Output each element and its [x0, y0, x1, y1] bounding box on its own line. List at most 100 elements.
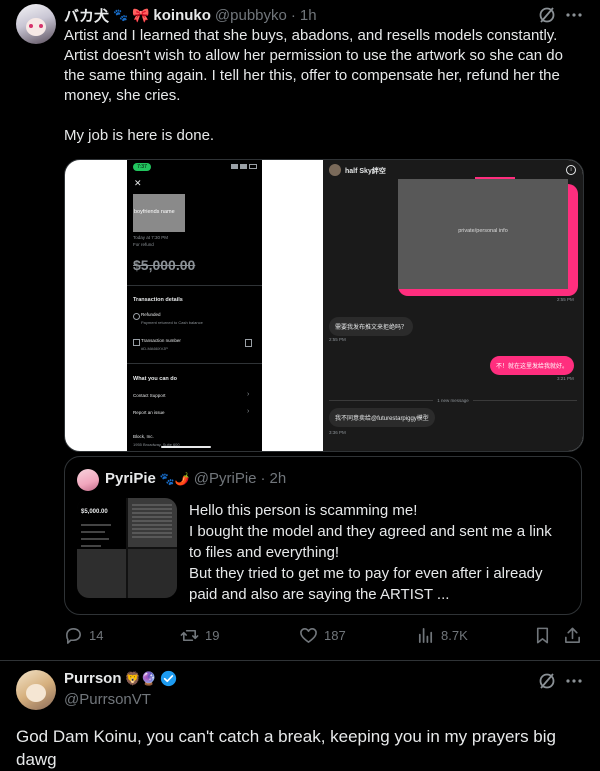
- quote-text: Hello this person is scamming me! I boug…: [189, 500, 569, 605]
- quote-thumbnail[interactable]: $5,000.00: [77, 498, 177, 598]
- private-redaction: private/personal info: [398, 179, 568, 289]
- ribbon-emoji: 🎀: [131, 6, 150, 23]
- txn-for: For refund: [133, 242, 154, 247]
- status-time: 7:37: [133, 163, 151, 171]
- views-button[interactable]: 8.7K: [416, 626, 468, 645]
- quoted-tweet[interactable]: PyriPie 🐾🌶️ @PyriPie · 2h $5,000.00 Hell…: [64, 456, 582, 615]
- txn-number-label: Transaction number: [141, 338, 181, 343]
- contact-support: Contact Support: [133, 393, 166, 398]
- thumb-amount: $5,000.00: [81, 509, 108, 515]
- thumb-line: [81, 545, 101, 547]
- thumb-line: [81, 538, 109, 540]
- heart-icon: [299, 626, 318, 645]
- battery-icon: [249, 164, 257, 169]
- signal-icon: [231, 164, 238, 169]
- repost-count: 19: [205, 628, 220, 643]
- thumb-text-block: [132, 504, 172, 540]
- tweet-text-line: money, she cries.: [64, 87, 181, 104]
- grok-icon[interactable]: [538, 6, 556, 24]
- thumb-bottom-left: [77, 549, 126, 598]
- author-avatar[interactable]: [16, 4, 56, 44]
- reply-emoji: 🦁🔮: [124, 670, 157, 686]
- divider-line: [329, 399, 434, 401]
- quote-emoji: 🐾🌶️: [159, 471, 190, 486]
- reply-tweet[interactable]: Purrson 🦁🔮 @PurrsonVT God Dam Koinu, you…: [0, 661, 600, 771]
- wifi-icon: [240, 164, 247, 169]
- reply-avatar[interactable]: [16, 670, 56, 710]
- media-image-left[interactable]: 7:37 ✕ boyfriends name Today at 7:30 PM …: [127, 160, 262, 451]
- reply-button[interactable]: 14: [64, 626, 103, 645]
- chevron-right-icon: ›: [247, 391, 250, 398]
- thumb-bottom-right: [128, 549, 177, 598]
- more-options-icon[interactable]: [565, 6, 583, 24]
- reply-count: 14: [89, 628, 104, 643]
- chat-avatar: [329, 164, 341, 176]
- msg-sent: 不！就在这里发给我就好。: [490, 356, 575, 375]
- tweet-text-line: My job is here is done.: [64, 127, 215, 144]
- copy-icon: [245, 339, 252, 347]
- tweet-text: Artist and I learned that she buys, abad…: [64, 26, 594, 146]
- home-indicator: [161, 446, 211, 448]
- share-icon[interactable]: [563, 626, 582, 645]
- thumb-top-right: [128, 498, 177, 547]
- redaction-box: boyfriends name: [133, 194, 185, 232]
- views-icon: [416, 626, 435, 645]
- display-name[interactable]: バカ犬: [64, 5, 109, 26]
- status-icons: [231, 164, 257, 169]
- msg-time: 3:21 PM: [557, 376, 574, 381]
- main-tweet[interactable]: バカ犬 🐾 🎀 koinuko @pubbyko · 1h Artist and…: [0, 0, 600, 660]
- msg-received: 需要我发布推文来拒绝吗？: [329, 317, 414, 336]
- msg-time: 2:55 PM: [557, 297, 574, 302]
- info-icon: i: [566, 165, 576, 175]
- report-issue: Report an issue: [133, 410, 165, 415]
- msg-time: 3:36 PM: [329, 430, 346, 435]
- reply-display-name[interactable]: Purrson: [64, 670, 122, 687]
- quote-handle[interactable]: @PyriPie: [194, 470, 257, 487]
- chevron-right-icon: ›: [247, 408, 250, 415]
- txn-amount: $5,000.00: [133, 257, 196, 273]
- receipt-icon: [133, 339, 140, 346]
- quote-text-line: Hello this person is scamming me!: [189, 502, 418, 519]
- avatar-face: [26, 684, 46, 702]
- redaction-label: boyfriends name: [134, 209, 175, 215]
- repost-button[interactable]: 19: [180, 626, 219, 645]
- thumb-line: [81, 524, 111, 526]
- quote-text-line: paid and also are saying the ARTIST ...: [189, 586, 450, 603]
- what-title: What you can do: [133, 376, 177, 382]
- quote-timestamp[interactable]: 2h: [270, 470, 287, 487]
- media-image-right[interactable]: half Sky絆空 i private/personal info 2:55 …: [323, 160, 583, 451]
- like-button[interactable]: 187: [299, 626, 346, 645]
- section-title: Transaction details: [133, 297, 183, 303]
- verified-badge-icon: [160, 670, 177, 687]
- paw-emoji: 🐾: [113, 8, 128, 22]
- txn-number-value: #D-MA66XVJP: [141, 346, 168, 351]
- dot-separator: ·: [260, 470, 266, 487]
- new-message-divider: 1 new message: [329, 397, 577, 403]
- display-name-suffix[interactable]: koinuko: [153, 7, 211, 24]
- refunded-icon: [133, 313, 140, 320]
- company: Block, Inc.: [133, 434, 154, 439]
- private-label: private/personal info: [458, 228, 508, 234]
- avatar-eye-left: [29, 24, 33, 28]
- quote-avatar[interactable]: [77, 469, 99, 491]
- bookmark-icon[interactable]: [533, 626, 552, 645]
- quote-text-line: to files and everything!: [189, 544, 340, 561]
- quote-display-name[interactable]: PyriPie: [105, 470, 156, 487]
- timestamp[interactable]: 1h: [300, 7, 317, 24]
- quote-text-line: I bought the model and they agreed and s…: [189, 523, 552, 540]
- msg-received: 我不同意卖给@futurestarpiggy模型: [329, 408, 435, 427]
- divider: [127, 285, 262, 286]
- close-icon: ✕: [134, 178, 142, 188]
- like-count: 187: [324, 628, 346, 643]
- refunded-sub: Payment returned to Cash balance: [141, 320, 203, 325]
- handle[interactable]: @pubbyko: [215, 7, 287, 24]
- avatar-eye-right: [39, 24, 43, 28]
- tweet-media[interactable]: 7:37 ✕ boyfriends name Today at 7:30 PM …: [64, 159, 584, 452]
- divider: [127, 363, 262, 364]
- msg-time: 2:55 PM: [329, 337, 346, 342]
- reply-text: God Dam Koinu, you can't catch a break, …: [16, 727, 556, 769]
- reply-handle[interactable]: @PurrsonVT: [64, 691, 151, 708]
- more-options-icon[interactable]: [565, 672, 583, 690]
- grok-icon[interactable]: [538, 672, 556, 690]
